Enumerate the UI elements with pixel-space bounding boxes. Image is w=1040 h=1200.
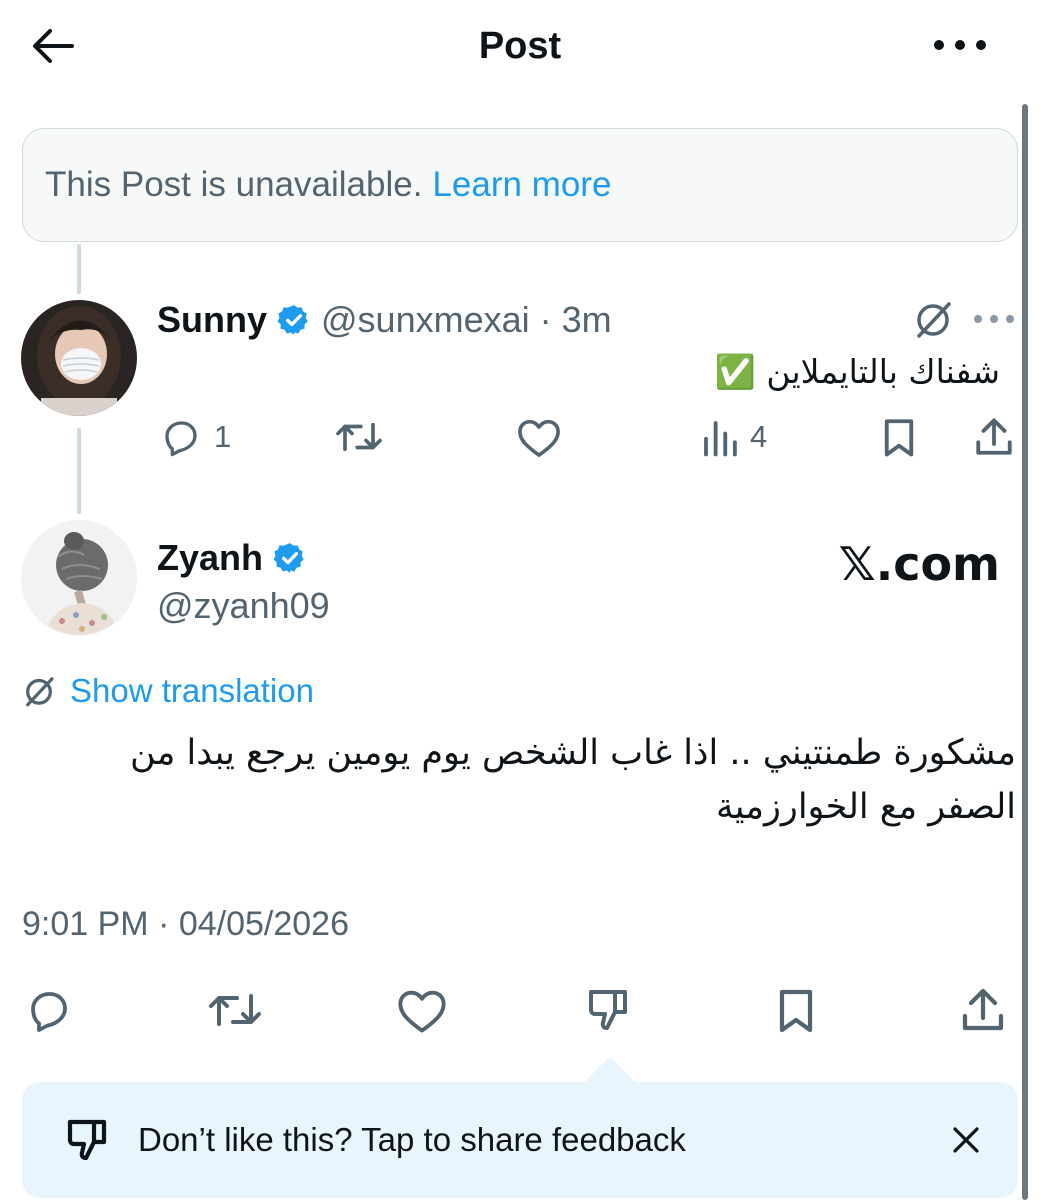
verified-badge-icon bbox=[277, 305, 308, 335]
repost-icon bbox=[336, 422, 382, 452]
more-options-button[interactable] bbox=[930, 30, 990, 60]
feedback-banner[interactable]: Don’t like this? Tap to share feedback bbox=[22, 1082, 1018, 1198]
watermark-logo: 𝕏.com bbox=[838, 537, 1000, 591]
dislike-button[interactable] bbox=[584, 986, 634, 1034]
bookmark-icon bbox=[884, 419, 914, 457]
show-translation-button[interactable]: Show translation bbox=[22, 668, 314, 714]
repost-button[interactable] bbox=[206, 986, 264, 1034]
reply-button[interactable]: 1 bbox=[160, 416, 231, 458]
post-text-line: الصفر مع الخوارزمية bbox=[715, 787, 1016, 827]
reply-user-line: Sunny @sunxmexai · 3m bbox=[157, 296, 612, 344]
share-button[interactable] bbox=[974, 416, 1014, 458]
user-handle[interactable]: @sunxmexai bbox=[321, 299, 530, 341]
bookmark-button[interactable] bbox=[774, 986, 818, 1034]
user-photo-zyanh bbox=[22, 521, 136, 635]
thumbs-down-icon bbox=[67, 1119, 107, 1161]
avatar[interactable] bbox=[21, 300, 137, 416]
user-name[interactable]: Sunny bbox=[157, 299, 267, 341]
translate-icon bbox=[26, 677, 54, 707]
post-user-line: Zyanh bbox=[157, 534, 307, 582]
user-photo-sunny bbox=[21, 300, 137, 416]
post-text: مشكورة طمنتيني .. اذا غاب الشخص يوم يومي… bbox=[16, 726, 1016, 834]
views-count: 4 bbox=[750, 419, 768, 454]
post-time[interactable]: 3m bbox=[562, 299, 612, 341]
unavailable-post-notice: This Post is unavailable. Learn more bbox=[22, 128, 1018, 242]
reply-button[interactable] bbox=[24, 986, 74, 1034]
heart-icon bbox=[398, 990, 446, 1033]
page-title: Post bbox=[478, 25, 562, 67]
verified-badge-icon bbox=[273, 543, 304, 573]
share-icon bbox=[976, 418, 1012, 455]
user-handle[interactable]: @zyanh09 bbox=[157, 582, 330, 630]
bookmark-button[interactable] bbox=[880, 416, 918, 458]
learn-more-link[interactable]: Learn more bbox=[432, 165, 611, 205]
share-button[interactable] bbox=[960, 986, 1006, 1034]
reply-count: 1 bbox=[214, 419, 232, 454]
scrollbar[interactable] bbox=[1022, 104, 1028, 1200]
thread-line bbox=[77, 428, 81, 514]
avatar[interactable] bbox=[21, 520, 137, 636]
reply-more-button[interactable] bbox=[972, 310, 1016, 333]
comment-icon bbox=[31, 992, 67, 1032]
thumbs-down-icon bbox=[588, 990, 627, 1030]
analytics-icon bbox=[704, 421, 737, 457]
reply-text: شفناك بالتايملاين ✅ bbox=[714, 352, 1000, 391]
close-feedback-button[interactable] bbox=[944, 1118, 988, 1162]
translate-button[interactable] bbox=[912, 298, 954, 345]
like-button[interactable] bbox=[396, 986, 448, 1034]
unavailable-text: This Post is unavailable. bbox=[45, 165, 423, 204]
comment-icon bbox=[165, 421, 197, 457]
feedback-text: Don’t like this? Tap to share feedback bbox=[138, 1121, 686, 1158]
close-icon bbox=[953, 1127, 979, 1153]
post-timestamp[interactable]: 9:01 PM · 04/05/2026 bbox=[22, 900, 349, 948]
repost-icon bbox=[209, 994, 261, 1026]
views-button[interactable]: 4 bbox=[702, 416, 767, 458]
bookmark-icon bbox=[779, 989, 813, 1033]
post-text-line: مشكورة طمنتيني .. اذا غاب الشخص يوم يومي… bbox=[129, 733, 1016, 773]
heart-icon bbox=[518, 419, 560, 457]
separator-dot: · bbox=[539, 299, 552, 340]
more-horizontal-icon bbox=[974, 315, 1014, 323]
user-name[interactable]: Zyanh bbox=[157, 537, 263, 579]
more-horizontal-icon bbox=[934, 40, 986, 50]
repost-button[interactable] bbox=[334, 416, 384, 458]
share-icon bbox=[962, 988, 1004, 1031]
thread-line bbox=[77, 244, 81, 294]
show-translation-label: Show translation bbox=[70, 672, 314, 709]
translate-icon bbox=[917, 302, 951, 338]
like-button[interactable] bbox=[516, 416, 562, 458]
